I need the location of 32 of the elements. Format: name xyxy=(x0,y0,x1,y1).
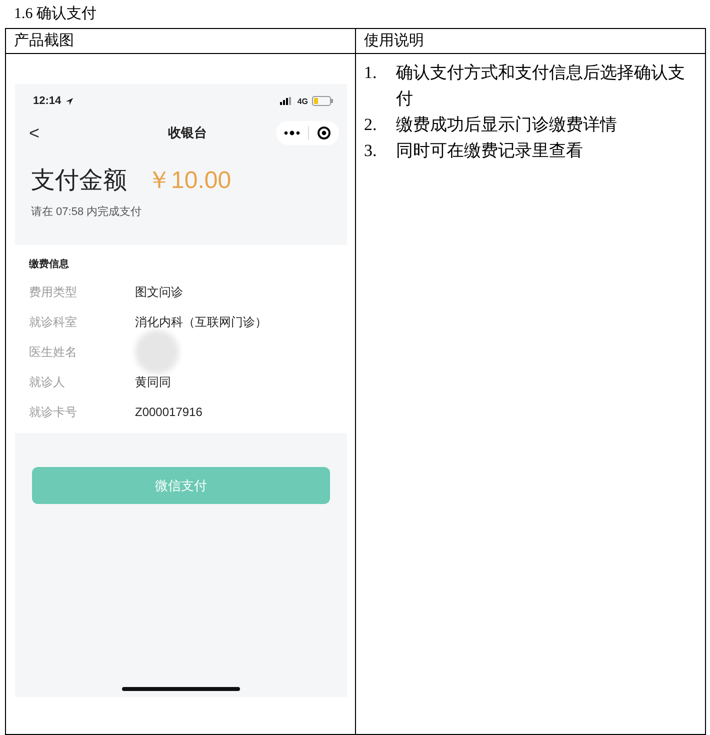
list-number: 3. xyxy=(364,140,378,162)
back-button[interactable]: < xyxy=(29,122,59,144)
instruction-text: 同时可在缴费记录里查看 xyxy=(396,140,583,162)
location-arrow-icon xyxy=(65,96,74,106)
field-value: 黄同同 xyxy=(135,374,171,390)
amount-label: 支付金额 xyxy=(31,166,127,196)
payment-deadline: 请在 07:58 内完成支付 xyxy=(30,204,143,219)
column-header: 产品截图 xyxy=(14,33,74,49)
field-value: 消化内科（互联网门诊） xyxy=(135,314,267,330)
network-type: 4G xyxy=(297,96,308,106)
list-number: 2. xyxy=(364,114,378,136)
amount-value: ￥10.00 xyxy=(147,166,232,196)
field-label: 就诊卡号 xyxy=(29,404,78,420)
status-time: 12:14 xyxy=(33,95,62,107)
list-number: 1. xyxy=(364,62,378,84)
battery-icon xyxy=(312,96,333,106)
section-title: 1.6 确认支付 xyxy=(13,4,98,24)
instruction-text: 缴费成功后显示门诊缴费详情 xyxy=(396,114,617,136)
page-title: 收银台 xyxy=(167,124,208,142)
field-label: 费用类型 xyxy=(29,284,78,300)
capsule-menu[interactable] xyxy=(276,121,339,145)
field-label: 就诊人 xyxy=(29,374,66,390)
field-label: 就诊科室 xyxy=(29,314,78,330)
instruction-text: 确认支付方式和支付信息后选择确认支付 xyxy=(396,62,686,110)
field-value: Z000017916 xyxy=(135,405,202,419)
target-icon[interactable] xyxy=(317,126,331,140)
section-heading: 缴费信息 xyxy=(29,258,70,271)
signal-icon xyxy=(280,97,294,105)
more-icon[interactable] xyxy=(284,130,300,136)
column-header: 使用说明 xyxy=(364,33,424,49)
field-value: 图文问诊 xyxy=(135,284,183,300)
field-label: 医生姓名 xyxy=(29,344,78,360)
